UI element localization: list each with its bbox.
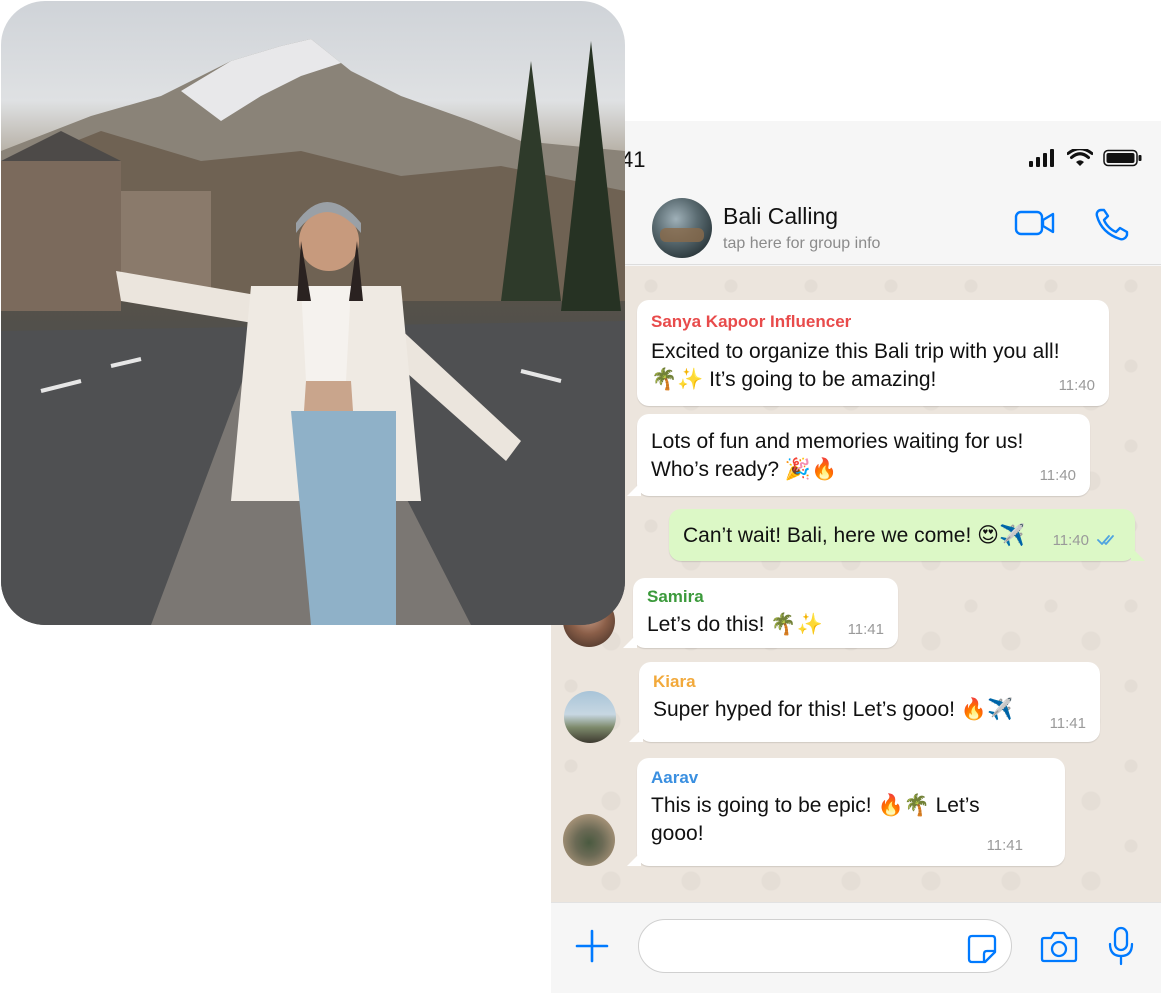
group-avatar[interactable] [652, 198, 712, 258]
message-bubble[interactable]: Samira Let’s do this! 🌴✨ 11:41 [623, 578, 898, 648]
message-time: 11:41 [847, 621, 884, 638]
chat-screen: 41 Bali Calling tap here for group info … [551, 121, 1161, 993]
message-input[interactable] [638, 919, 1012, 973]
message-text: Super hyped for this! Let’s gooo! 🔥✈️ [653, 698, 1014, 721]
message-bubble[interactable]: Aarav This is going to be epic! 🔥🌴 Let’s… [627, 758, 1065, 866]
message-sender: Kiara [653, 672, 696, 691]
bubble-tail [627, 852, 641, 866]
bubble-tail [627, 482, 641, 496]
status-bar: 41 [551, 121, 1161, 193]
chat-header[interactable]: Bali Calling tap here for group info [551, 193, 1161, 265]
message-time: 11:40 [1052, 532, 1089, 549]
phone-call-icon[interactable] [1092, 207, 1132, 243]
avatar-kiara[interactable] [564, 691, 616, 743]
travel-photo [1, 1, 625, 625]
message-bubble[interactable]: Lots of fun and memories waiting for us!… [627, 414, 1090, 496]
photo-illustration [1, 39, 625, 625]
message-list[interactable]: Sanya Kapoor Influencer Excited to organ… [551, 266, 1161, 902]
group-title[interactable]: Bali Calling [723, 203, 838, 230]
composer-bar [551, 902, 1161, 993]
bubble-tail [623, 634, 637, 648]
status-icons [1029, 149, 1143, 167]
message-bubble[interactable]: Kiara Super hyped for this! Let’s gooo! … [629, 662, 1100, 742]
sticker-icon[interactable] [967, 934, 997, 964]
message-time: 11:40 [1039, 467, 1076, 484]
avatar-aarav[interactable] [563, 814, 615, 866]
video-call-icon[interactable] [1014, 209, 1056, 237]
message-sender: Aarav [651, 768, 699, 787]
message-bubble[interactable]: Sanya Kapoor Influencer Excited to organ… [637, 300, 1109, 406]
bubble-tail [629, 728, 643, 742]
group-info-hint[interactable]: tap here for group info [723, 235, 880, 253]
bubble-tail [1131, 547, 1145, 561]
microphone-icon[interactable] [1107, 926, 1135, 966]
camera-icon[interactable] [1040, 930, 1078, 964]
message-text: Lots of fun and memories waiting for us!… [651, 430, 1024, 481]
message-time: 11:40 [1058, 377, 1095, 394]
plus-icon[interactable] [575, 929, 609, 963]
message-text: Excited to organize this Bali trip with … [651, 340, 1060, 391]
message-bubble-outgoing[interactable]: Can’t wait! Bali, here we come! 😍✈️ 11:4… [669, 509, 1145, 561]
message-time: 11:41 [986, 837, 1023, 854]
wifi-icon [1067, 149, 1093, 166]
message-time: 11:41 [1049, 715, 1086, 732]
signal-icon [1029, 149, 1054, 167]
battery-icon [1103, 149, 1142, 167]
double-check-icon [1097, 535, 1114, 545]
message-sender: Sanya Kapoor Influencer [651, 312, 852, 331]
message-sender: Samira [647, 587, 704, 606]
